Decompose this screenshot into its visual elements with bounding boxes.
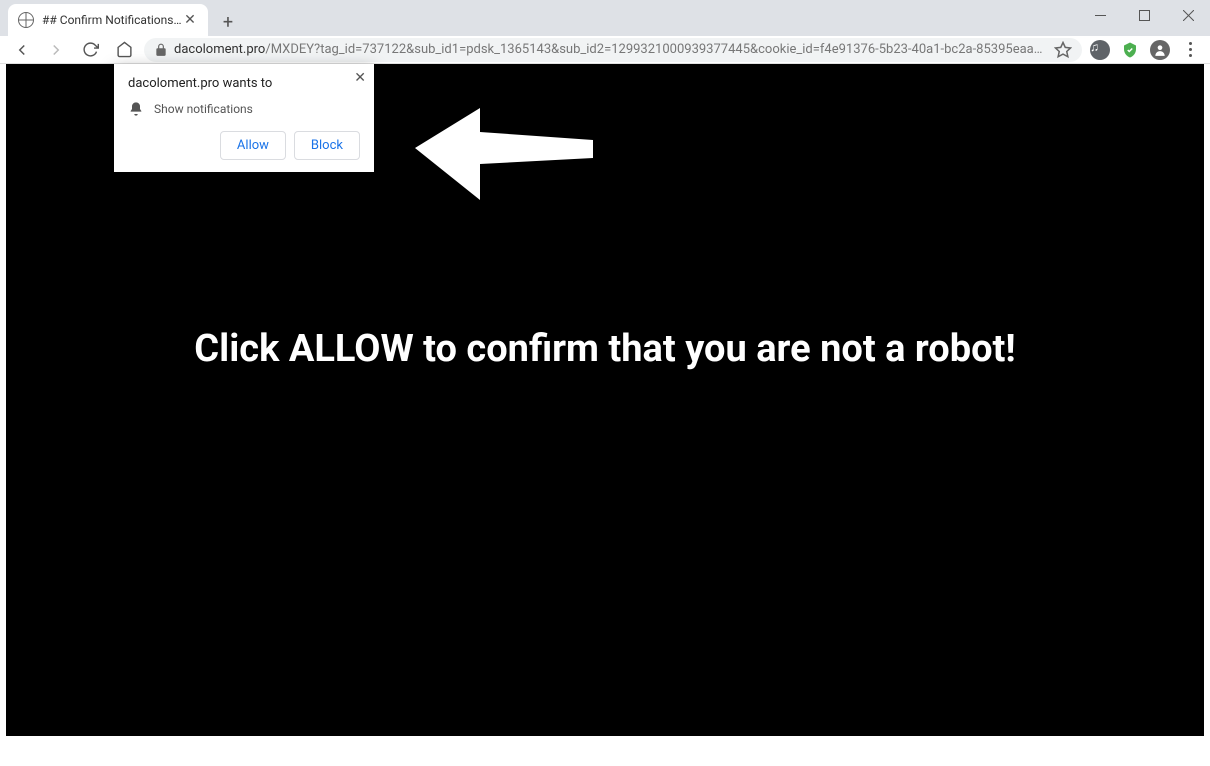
tabs-area: ## Confirm Notifications ## ✕ + [0,0,242,36]
browser-tab[interactable]: ## Confirm Notifications ## ✕ [8,4,208,36]
address-bar[interactable]: dacoloment.pro /MXDEY?tag_id=737122&sub_… [144,38,1082,62]
url-domain: dacoloment.pro [174,42,265,57]
minimize-button[interactable] [1078,0,1122,30]
block-button[interactable]: Block [294,131,360,160]
url-path: /MXDEY?tag_id=737122&sub_id1=pdsk_136514… [265,42,1046,57]
popup-close-button[interactable]: ✕ [354,70,366,86]
bell-icon [128,101,144,117]
reload-button[interactable] [76,36,104,64]
popup-body-text: Show notifications [154,102,253,116]
main-message: Click ALLOW to confirm that you are not … [194,327,1015,373]
window-titlebar: ## Confirm Notifications ## ✕ + [0,0,1210,36]
window-close-button[interactable] [1166,0,1210,30]
forward-button[interactable] [42,36,70,64]
allow-button[interactable]: Allow [220,131,286,160]
bookmark-star-icon[interactable] [1054,41,1072,59]
tab-close-button[interactable]: ✕ [182,12,198,28]
globe-icon [18,12,34,28]
extension-icon[interactable]: ♫ [1088,38,1112,62]
window-controls [1078,0,1210,36]
shield-icon[interactable] [1118,38,1142,62]
new-tab-button[interactable]: + [214,8,242,36]
popup-body: Show notifications [128,101,360,117]
tab-title: ## Confirm Notifications ## [42,13,182,27]
popup-buttons: Allow Block [128,131,360,160]
profile-button[interactable] [1148,38,1172,62]
lock-icon [154,43,168,57]
arrow-icon [415,100,595,210]
maximize-button[interactable] [1122,0,1166,30]
back-button[interactable] [8,36,36,64]
browser-toolbar: dacoloment.pro /MXDEY?tag_id=737122&sub_… [0,36,1210,64]
notification-permission-popup: ✕ dacoloment.pro wants to Show notificat… [114,64,374,172]
browser-menu-button[interactable] [1178,42,1202,57]
home-button[interactable] [110,36,138,64]
popup-header: dacoloment.pro wants to [128,76,360,91]
